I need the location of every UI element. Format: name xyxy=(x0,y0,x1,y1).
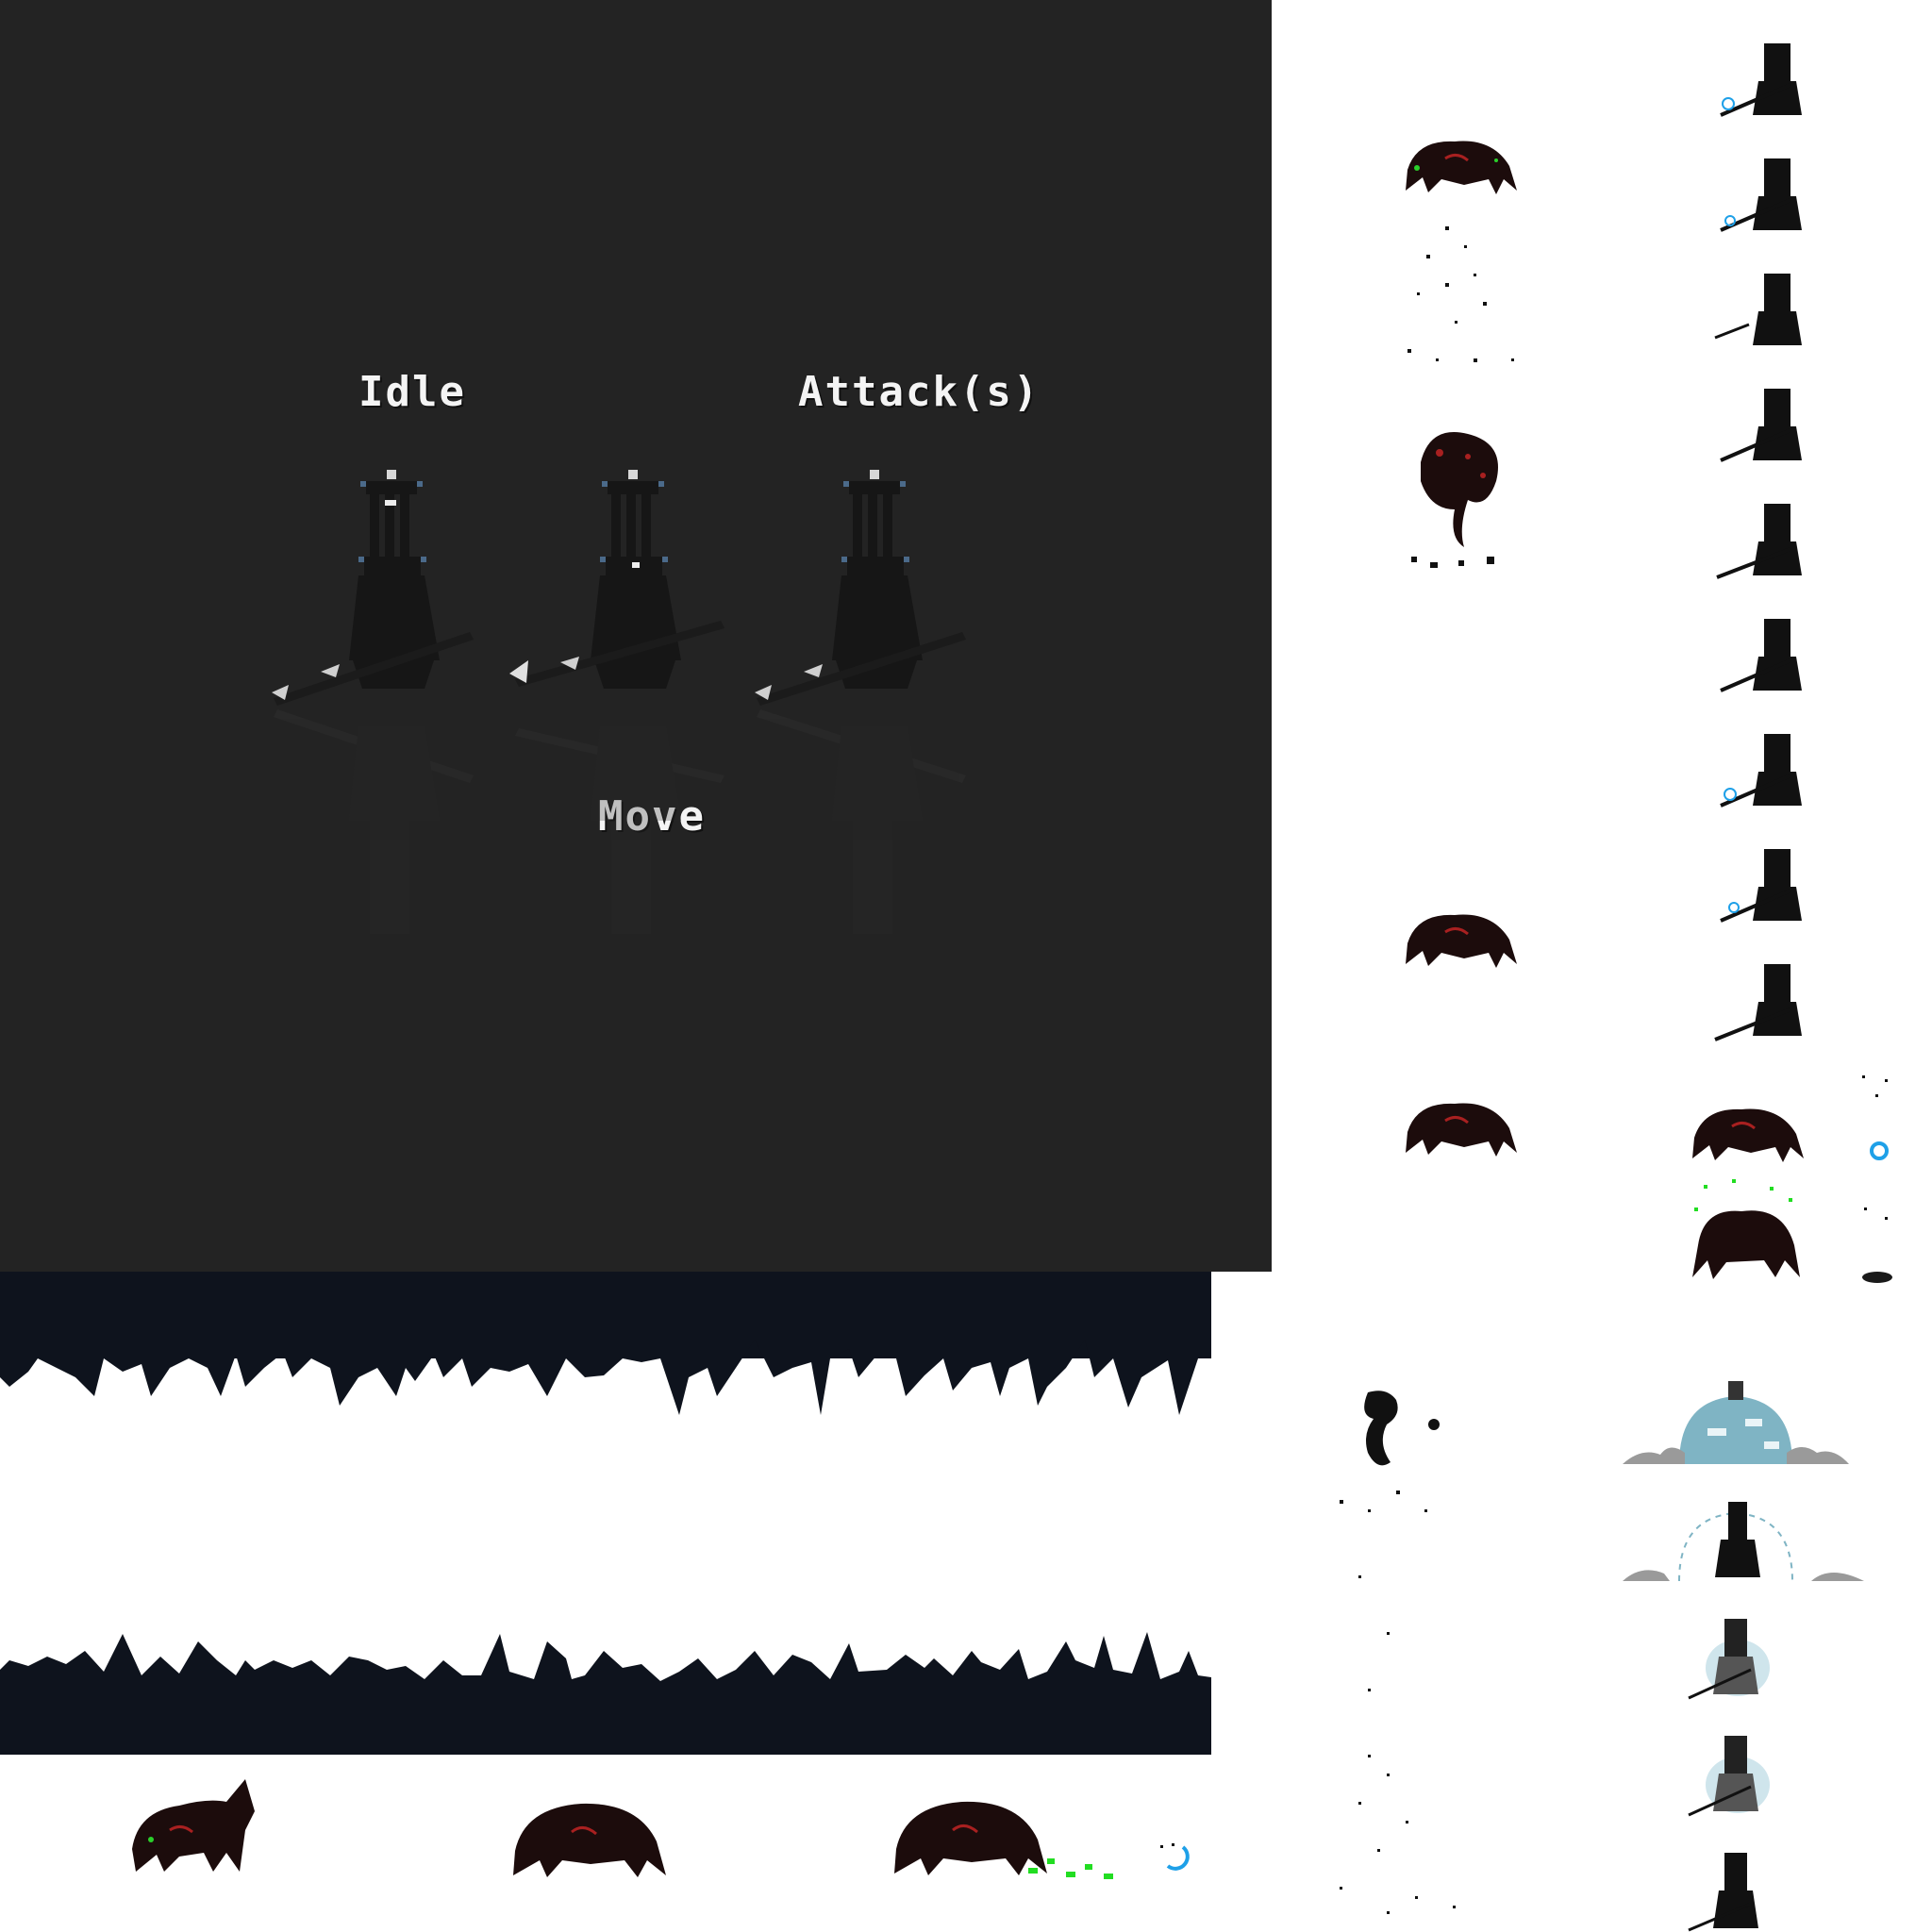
creature-slime-attack-icon xyxy=(1692,1179,1800,1279)
creature-walk-icon xyxy=(1406,914,1517,968)
animation-preview-panel: Idle Attack(s) Move xyxy=(0,0,1272,1272)
tentacle-dissolve-sprite xyxy=(1340,1391,1440,1691)
cave-floor-spikes xyxy=(0,1632,1211,1755)
attack-reaper-sprite xyxy=(755,470,966,934)
idle-reaper-sprite xyxy=(272,470,474,934)
cave-ceiling-spikes xyxy=(0,1340,1211,1415)
attack-label: Attack(s) xyxy=(798,368,1041,416)
reaper-shielded-icon xyxy=(1688,1619,1770,1700)
creature-jump-icon xyxy=(132,1779,255,1872)
orb-effects-icon xyxy=(1862,1075,1892,1283)
orb-projectile-icon xyxy=(1160,1843,1190,1871)
move-reaper-sprite xyxy=(509,470,724,934)
creature-idle-icon xyxy=(1406,141,1517,194)
reaper-frames-column xyxy=(1714,43,1802,1041)
reaper-final-icon xyxy=(1688,1853,1758,1932)
shield-dome-icon xyxy=(1623,1381,1849,1464)
creature-spit-icon xyxy=(894,1801,1113,1879)
shield-break-icon xyxy=(1623,1502,1864,1582)
tentacle-blob-icon xyxy=(1411,432,1498,568)
creature-crouch-icon xyxy=(513,1803,666,1877)
particle-cloud-sprite xyxy=(1340,1755,1456,1914)
creature-dissolve-particles xyxy=(1407,226,1514,362)
creature-attack-icon xyxy=(1692,1108,1804,1162)
idle-label: Idle xyxy=(358,368,466,416)
creature-walk2-icon xyxy=(1406,1103,1517,1157)
reaper-shielded2-icon xyxy=(1688,1736,1770,1817)
